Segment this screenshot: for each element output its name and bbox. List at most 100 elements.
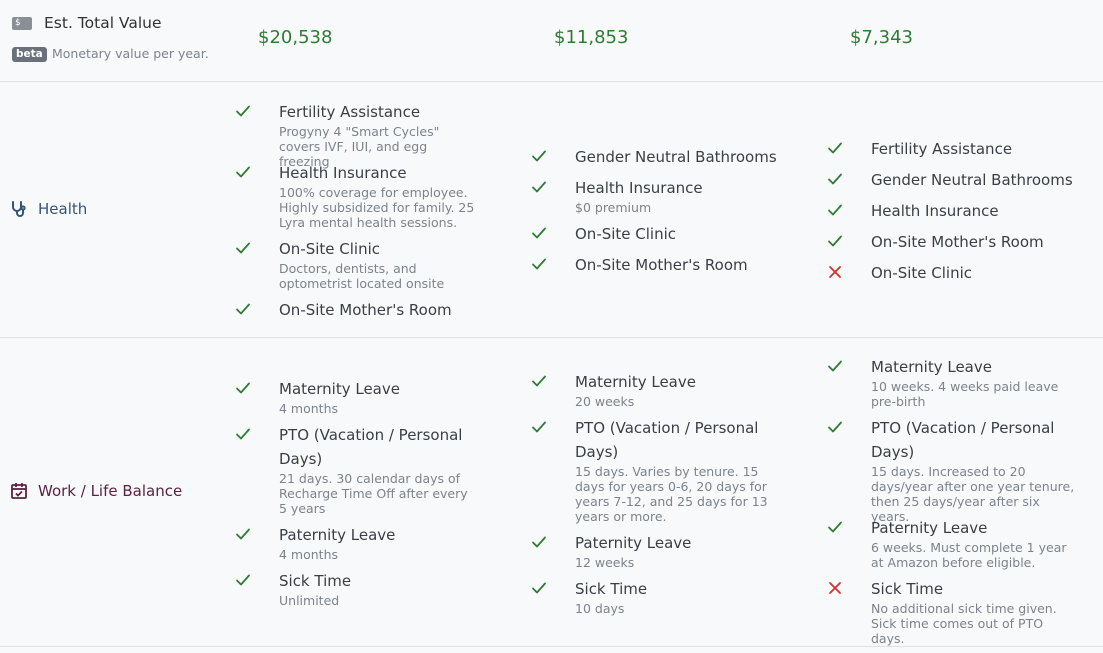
total-value-title: Est. Total Value <box>44 14 162 32</box>
benefit-title: Maternity Leave <box>871 358 992 376</box>
divider <box>0 81 1103 82</box>
benefit-title: On-Site Clinic <box>279 240 381 258</box>
check-icon <box>235 301 251 317</box>
check-icon <box>235 426 251 442</box>
check-icon <box>827 202 843 218</box>
check-icon <box>531 534 547 550</box>
benefit-title: Sick Time <box>871 580 944 598</box>
category-label: Health <box>38 200 88 218</box>
calendar-check-icon <box>11 483 27 499</box>
check-icon <box>827 519 843 535</box>
check-icon <box>235 240 251 256</box>
benefit-description: 21 days. 30 calendar days of Recharge Ti… <box>279 471 468 516</box>
benefit-title: PTO (Vacation / Personal Days) <box>871 419 1055 461</box>
check-icon <box>531 256 547 272</box>
benefit-item: On-Site Mother's Room <box>532 253 805 277</box>
check-icon <box>235 572 251 588</box>
benefit-item: Fertility Assistance Progyny 4 "Smart Cyc… <box>236 100 509 169</box>
check-icon <box>235 526 251 542</box>
benefit-title: Paternity Leave <box>575 534 692 552</box>
benefit-item: Gender Neutral Bathrooms <box>532 145 805 169</box>
check-icon <box>531 225 547 241</box>
divider <box>0 337 1103 338</box>
benefit-item: Health Insurance <box>828 199 1101 223</box>
benefit-description: $0 premium <box>575 200 652 215</box>
benefit-item: PTO (Vacation / Personal Days) 21 days. 3… <box>236 423 509 516</box>
benefit-item: On-Site Clinic <box>829 261 1101 285</box>
cross-icon <box>827 264 843 280</box>
benefit-description: 6 weeks. Must complete 1 year at Amazon … <box>871 540 1067 570</box>
benefit-title: On-Site Mother's Room <box>279 301 452 319</box>
beta-badge: beta <box>12 47 47 62</box>
benefit-title: Sick Time <box>575 580 648 598</box>
benefit-description: Unlimited <box>279 593 340 608</box>
price-col-1: $20,538 <box>258 27 333 48</box>
benefit-item: PTO (Vacation / Personal Days) 15 days. I… <box>828 416 1101 524</box>
check-icon <box>827 358 843 374</box>
check-icon <box>827 233 843 249</box>
benefit-description: 4 months <box>279 401 339 416</box>
benefit-title: On-Site Mother's Room <box>575 256 748 274</box>
price-col-3: $7,343 <box>850 27 913 48</box>
benefit-title: On-Site Mother's Room <box>871 233 1044 251</box>
benefit-description: 15 days. Varies by tenure. 15 days for y… <box>575 464 768 524</box>
benefit-title: Gender Neutral Bathrooms <box>871 171 1073 189</box>
benefit-item: Gender Neutral Bathrooms <box>828 168 1101 192</box>
benefit-item: Fertility Assistance <box>828 137 1101 161</box>
benefit-title: Sick Time <box>279 572 352 590</box>
benefit-item: Paternity Leave 12 weeks <box>532 531 805 570</box>
benefit-description: 10 weeks. 4 weeks paid leave pre-birth <box>871 379 1059 409</box>
benefit-item: On-Site Clinic Doctors, dentists, and opt… <box>236 237 509 291</box>
benefit-title: Health Insurance <box>575 179 703 197</box>
benefit-title: Maternity Leave <box>279 380 400 398</box>
benefit-item: On-Site Mother's Room <box>236 298 509 322</box>
benefit-title: Maternity Leave <box>575 373 696 391</box>
benefit-description: 10 days <box>575 601 625 616</box>
check-icon <box>827 171 843 187</box>
stethoscope-icon <box>12 201 26 217</box>
category-work-life-balance[interactable]: Work / Life Balance <box>10 482 182 500</box>
benefit-item: Maternity Leave 20 weeks <box>532 370 805 409</box>
benefit-description: 20 weeks <box>575 394 635 409</box>
benefit-item: Maternity Leave 10 weeks. 4 weeks paid le… <box>828 355 1101 409</box>
benefit-description: Doctors, dentists, and optometrist locat… <box>279 261 445 291</box>
benefit-item: Maternity Leave 4 months <box>236 377 509 416</box>
check-icon <box>235 380 251 396</box>
benefit-title: Health Insurance <box>871 202 999 220</box>
benefit-title: Health Insurance <box>279 164 407 182</box>
benefit-title: On-Site Clinic <box>871 264 973 282</box>
benefit-item: Sick Time No additional sick time given. … <box>829 577 1101 646</box>
benefit-title: Paternity Leave <box>279 526 396 544</box>
benefit-item: Paternity Leave 4 months <box>236 523 509 562</box>
benefit-title: On-Site Clinic <box>575 225 677 243</box>
benefit-item: Paternity Leave 6 weeks. Must complete 1 … <box>828 516 1101 570</box>
benefit-item: Health Insurance 100% coverage for employ… <box>236 161 509 230</box>
benefit-title: Fertility Assistance <box>871 140 1013 158</box>
check-icon <box>827 140 843 156</box>
check-icon <box>531 373 547 389</box>
check-icon <box>531 580 547 596</box>
benefit-item: On-Site Mother's Room <box>828 230 1101 254</box>
money-bill-icon: $ <box>12 17 32 30</box>
check-icon <box>235 103 251 119</box>
check-icon <box>531 179 547 195</box>
benefit-title: PTO (Vacation / Personal Days) <box>279 426 463 468</box>
benefit-title: Gender Neutral Bathrooms <box>575 148 777 166</box>
benefit-item: On-Site Clinic <box>532 222 805 246</box>
check-icon <box>531 419 547 435</box>
benefit-description: 4 months <box>279 547 339 562</box>
check-icon <box>235 164 251 180</box>
check-icon <box>531 148 547 164</box>
benefit-title: Paternity Leave <box>871 519 988 537</box>
benefit-description: 100% coverage for employee. Highly subsi… <box>279 185 475 230</box>
benefit-item: PTO (Vacation / Personal Days) 15 days. V… <box>532 416 805 524</box>
benefit-item: Sick Time Unlimited <box>236 569 509 608</box>
price-col-2: $11,853 <box>554 27 629 48</box>
benefit-title: PTO (Vacation / Personal Days) <box>575 419 759 461</box>
check-icon <box>827 419 843 435</box>
benefit-title: Fertility Assistance <box>279 103 421 121</box>
category-health[interactable]: Health <box>10 200 87 218</box>
benefit-description: No additional sick time given. Sick time… <box>871 601 1057 646</box>
benefit-item: Health Insurance $0 premium <box>532 176 805 215</box>
cross-icon <box>827 580 843 596</box>
